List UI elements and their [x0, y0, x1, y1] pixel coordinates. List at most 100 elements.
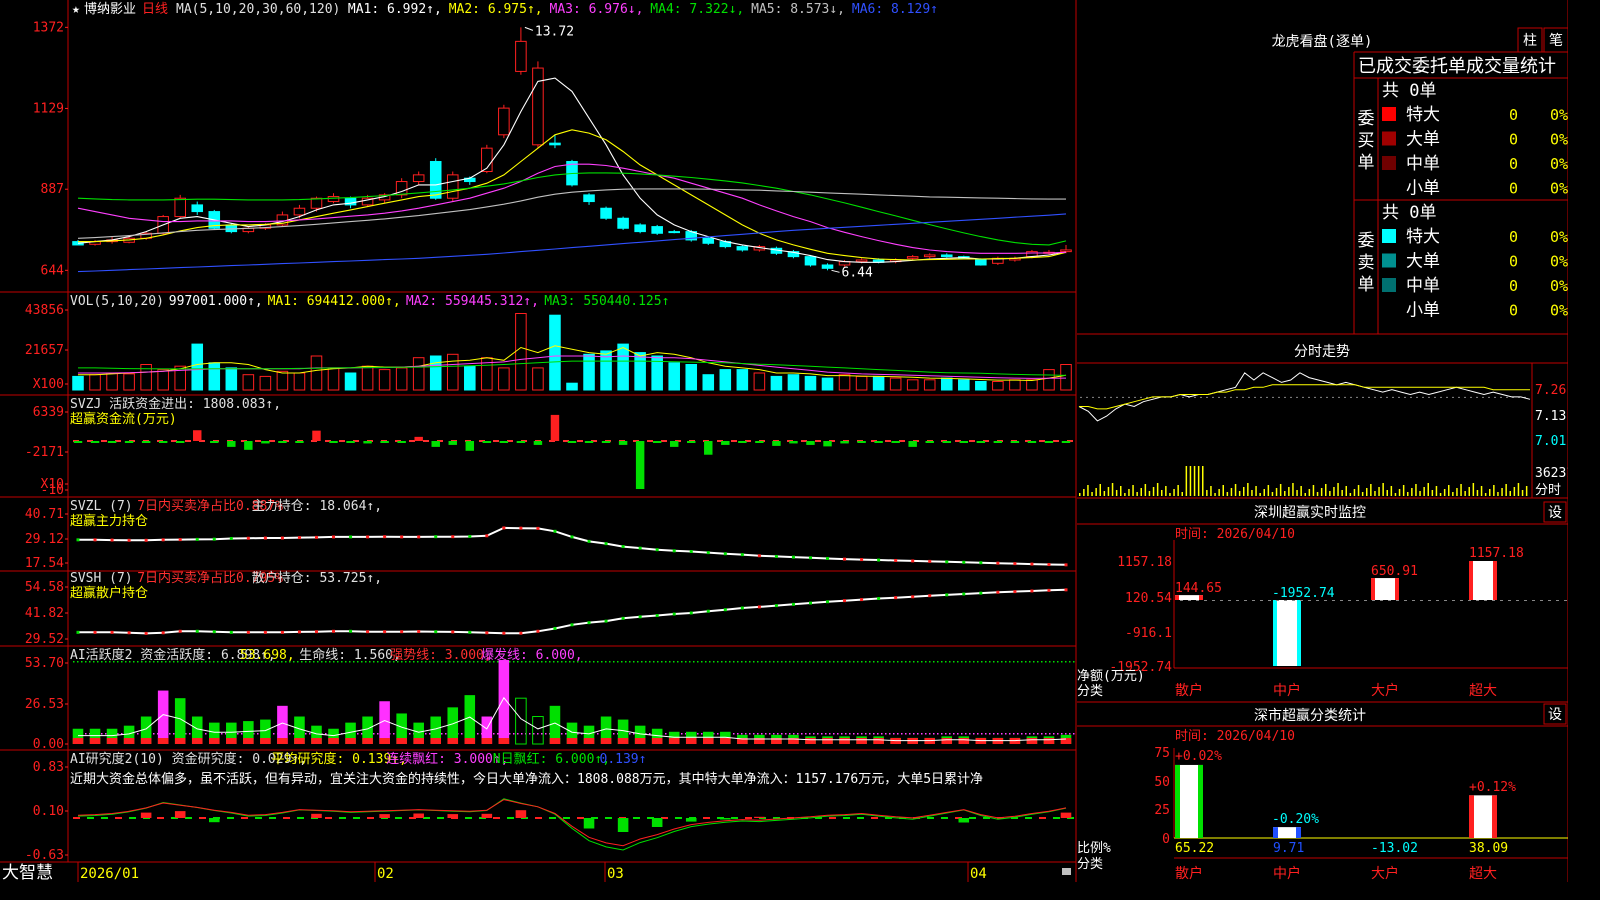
threshold-dot	[205, 661, 207, 663]
threshold-dot	[669, 661, 671, 663]
minute-volume-bar	[1419, 491, 1421, 496]
threshold-dot	[761, 733, 763, 735]
holding-point	[280, 630, 284, 634]
minute-volume-bar	[1115, 490, 1118, 496]
candle-body	[804, 256, 817, 266]
stats-time: 时间: 2026/04/10	[1175, 729, 1295, 744]
fund-flow-bar	[1061, 441, 1071, 443]
threshold-dot	[821, 661, 823, 663]
minute-volume-bar	[1361, 492, 1364, 496]
threshold-dot	[385, 661, 387, 663]
threshold-dot	[809, 661, 811, 663]
activity-base	[958, 738, 970, 744]
fund-flow-bar	[618, 441, 628, 445]
monitor-axis-label: 1157.18	[1117, 555, 1172, 570]
threshold-dot	[709, 661, 711, 663]
threshold-dot	[613, 733, 615, 735]
indicator-legend-item: SVZJ 活跃资金进出: 1808.083↑,	[70, 396, 281, 412]
activity-base	[1043, 738, 1055, 744]
candle	[992, 256, 1004, 265]
prev-close-dot	[1434, 396, 1436, 398]
holding-point	[434, 535, 438, 539]
order-type-label: 小单	[1406, 179, 1440, 199]
zero-dot	[1492, 600, 1495, 601]
holding-point	[212, 537, 216, 541]
threshold-dot	[169, 661, 171, 663]
fund-flow-bar	[635, 441, 645, 490]
buy-orders-label-char: 单	[1358, 153, 1375, 173]
threshold-dot	[733, 661, 735, 663]
holding-point	[621, 545, 625, 549]
lock-icon[interactable]	[1062, 868, 1071, 875]
activity-base	[243, 738, 254, 744]
threshold-dot	[241, 733, 243, 735]
holding-point	[1047, 563, 1051, 567]
threshold-dot	[477, 661, 479, 663]
date-label: 2026/01	[80, 866, 139, 882]
holding-point	[332, 629, 336, 633]
threshold-dot	[849, 661, 851, 663]
fund-flow-bar	[516, 441, 526, 443]
activity-base	[345, 738, 356, 744]
threshold-dot	[485, 661, 487, 663]
high-price-label: 13.72	[535, 24, 574, 39]
favorite-icon[interactable]: ★	[72, 2, 80, 17]
activity-base	[106, 738, 118, 744]
threshold-dot	[425, 733, 427, 735]
threshold-dot	[985, 661, 987, 663]
threshold-dot	[481, 661, 483, 663]
stats-axis-label: 75	[1154, 746, 1170, 761]
prev-close-dot	[1224, 396, 1226, 398]
sell-orders-label-char: 委	[1358, 231, 1375, 251]
threshold-dot	[885, 661, 887, 663]
threshold-dot	[757, 661, 759, 663]
threshold-dot	[369, 661, 371, 663]
holding-point	[672, 612, 676, 616]
order-type-label: 中单	[1406, 154, 1440, 174]
holding-point	[553, 529, 557, 533]
threshold-dot	[637, 661, 639, 663]
prev-close-dot	[1230, 396, 1232, 398]
threshold-dot	[841, 661, 843, 663]
research-bar	[958, 818, 970, 823]
holding-point	[229, 630, 233, 634]
minute-volume-bar	[1497, 492, 1499, 496]
holding-point	[1013, 590, 1017, 594]
research-bar	[1060, 812, 1072, 818]
threshold-dot	[293, 661, 295, 663]
threshold-dot	[541, 661, 543, 663]
threshold-dot	[765, 733, 767, 735]
holding-point	[178, 629, 182, 633]
period-label[interactable]: 日线	[142, 2, 168, 17]
activity-base	[226, 738, 237, 744]
minute-volume-bar	[1226, 492, 1229, 496]
activity-base	[481, 738, 493, 744]
minute-volume-bar	[1493, 485, 1495, 496]
threshold-dot	[833, 661, 835, 663]
threshold-dot	[917, 733, 919, 735]
threshold-dot	[305, 733, 307, 735]
ma-legend-item: MA3: 6.976↓,	[550, 2, 644, 17]
fund-flow-bar	[346, 441, 355, 443]
minute-volume-bar	[1193, 466, 1196, 496]
indicator-subtitle: 超赢资金流(万元)	[70, 411, 177, 427]
minute-volume-bar	[1267, 485, 1270, 496]
minute-volume-bar	[1517, 483, 1520, 496]
threshold-dot	[561, 661, 563, 663]
threshold-dot	[273, 661, 275, 663]
monitor-settings-label: 设	[1548, 505, 1562, 521]
minute-volume-bar	[1124, 493, 1126, 496]
minute-volume-bar	[1316, 492, 1319, 496]
threshold-dot	[917, 661, 919, 663]
minute-volume-bar	[1468, 487, 1470, 496]
threshold-dot	[429, 733, 431, 735]
volume-bar	[923, 379, 936, 391]
minute-volume-bar	[1386, 490, 1388, 496]
threshold-dot	[949, 661, 951, 663]
prev-close-dot	[1374, 396, 1376, 398]
threshold-dot	[629, 661, 631, 663]
candle-body	[651, 226, 663, 234]
prev-close-dot	[1356, 396, 1358, 398]
monitor-bar-edge	[1273, 600, 1277, 666]
activity-base	[566, 738, 578, 744]
